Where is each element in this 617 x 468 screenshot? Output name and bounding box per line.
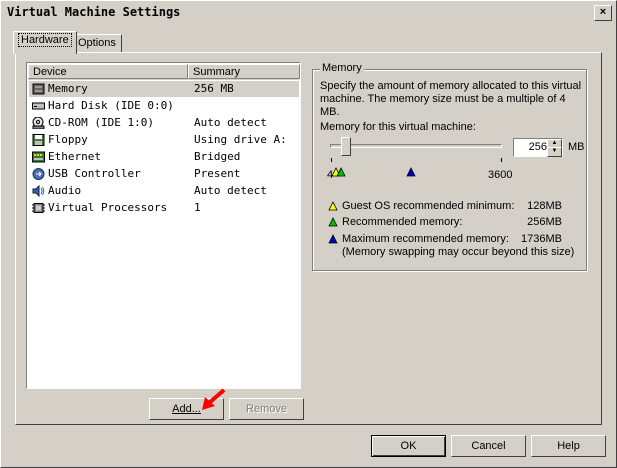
help-button[interactable]: Help	[531, 435, 606, 457]
ok-button[interactable]: OK	[371, 435, 446, 457]
spin-down-arrow-icon[interactable]: ▼	[547, 147, 562, 157]
recommended-label: Recommended memory:	[342, 216, 463, 228]
settings-window: Virtual Machine Settings × Hardware Opti…	[0, 0, 617, 468]
device-name: Hard Disk (IDE 0:0)	[48, 99, 174, 112]
close-button[interactable]: ×	[594, 5, 612, 21]
column-device[interactable]: Device	[28, 64, 188, 79]
usb-icon	[32, 168, 45, 180]
tab-hardware[interactable]: Hardware	[13, 31, 77, 54]
device-summary: Bridged	[194, 150, 241, 163]
remove-button[interactable]: Remove	[229, 398, 304, 420]
device-name: Floppy	[48, 133, 88, 146]
device-row-hard-disk[interactable]: Hard Disk (IDE 0:0)	[29, 98, 299, 114]
slider-markers	[331, 167, 346, 177]
device-list[interactable]: Device Summary Memory 256 MB Hard Disk (…	[26, 62, 301, 389]
guest-min-legend-icon	[328, 201, 338, 211]
audio-icon	[32, 185, 45, 197]
maximum-legend-icon	[328, 234, 338, 244]
recommended-value: 256MB	[527, 216, 562, 228]
device-row-processors[interactable]: Virtual Processors 1	[29, 200, 299, 216]
device-name: CD-ROM (IDE 1:0)	[48, 116, 154, 129]
tab-options-label: Options	[78, 37, 116, 49]
memory-slider-thumb[interactable]	[341, 137, 351, 156]
cancel-button[interactable]: Cancel	[451, 435, 526, 457]
title-bar[interactable]: Virtual Machine Settings ×	[3, 3, 614, 23]
guest-min-label: Guest OS recommended minimum:	[342, 200, 515, 212]
device-name: Ethernet	[48, 150, 101, 163]
hard-disk-icon	[32, 102, 45, 110]
maximum-marker-icon	[406, 167, 416, 177]
ok-button-label: OK	[400, 440, 417, 452]
memory-slider-track[interactable]	[330, 144, 502, 148]
recommended-legend-icon	[328, 217, 338, 227]
slider-min-label: 4	[327, 169, 334, 181]
remove-button-label: Remove	[246, 403, 287, 415]
processor-icon	[32, 203, 45, 213]
memory-description: Specify the amount of memory allocated t…	[320, 80, 582, 118]
device-summary: 1	[194, 201, 201, 214]
device-row-cdrom[interactable]: CD-ROM (IDE 1:0) Auto detect	[29, 115, 299, 131]
device-summary: Auto detect	[194, 116, 267, 129]
device-name: Virtual Processors	[48, 201, 168, 214]
maximum-label: Maximum recommended memory:	[342, 233, 509, 245]
device-name: USB Controller	[48, 167, 141, 180]
device-summary: Auto detect	[194, 184, 267, 197]
swap-note: (Memory swapping may occur beyond this s…	[342, 246, 575, 258]
memory-group-legend: Memory	[320, 62, 364, 74]
floppy-icon	[32, 134, 45, 146]
memory-icon	[32, 83, 45, 95]
device-name: Audio	[48, 184, 82, 197]
annotation-arrow-icon	[202, 388, 226, 410]
cdrom-icon	[32, 117, 45, 129]
device-row-usb[interactable]: USB Controller Present	[29, 166, 299, 182]
device-list-header: Device Summary	[28, 64, 300, 80]
ethernet-icon	[32, 151, 45, 163]
device-summary: Present	[194, 167, 241, 180]
tab-hardware-label: Hardware	[18, 33, 72, 47]
memory-label: Memory for this virtual machine:	[320, 121, 476, 133]
slider-max-label: 3600	[488, 169, 513, 181]
device-name: Memory	[48, 82, 88, 95]
help-button-label: Help	[557, 440, 580, 452]
window-title: Virtual Machine Settings	[7, 5, 181, 19]
guest-min-value: 128MB	[527, 200, 562, 212]
memory-value: 256	[528, 141, 547, 153]
device-row-floppy[interactable]: Floppy Using drive A:	[29, 132, 299, 148]
memory-unit: MB	[568, 141, 585, 153]
memory-spinbox[interactable]: 256 ▲ ▼	[513, 138, 563, 157]
maximum-value: 1736MB	[521, 233, 562, 245]
tab-options[interactable]: Options	[72, 34, 122, 53]
device-summary: Using drive A:	[194, 133, 287, 146]
device-row-memory[interactable]: Memory 256 MB	[29, 81, 299, 97]
slider-tick	[331, 158, 332, 162]
cancel-button-label: Cancel	[471, 440, 506, 452]
slider-tick	[501, 158, 502, 162]
column-summary[interactable]: Summary	[188, 64, 300, 79]
device-row-audio[interactable]: Audio Auto detect	[29, 183, 299, 199]
add-button-label: Add...	[172, 403, 201, 415]
device-row-ethernet[interactable]: Ethernet Bridged	[29, 149, 299, 165]
device-summary: 256 MB	[194, 82, 234, 95]
